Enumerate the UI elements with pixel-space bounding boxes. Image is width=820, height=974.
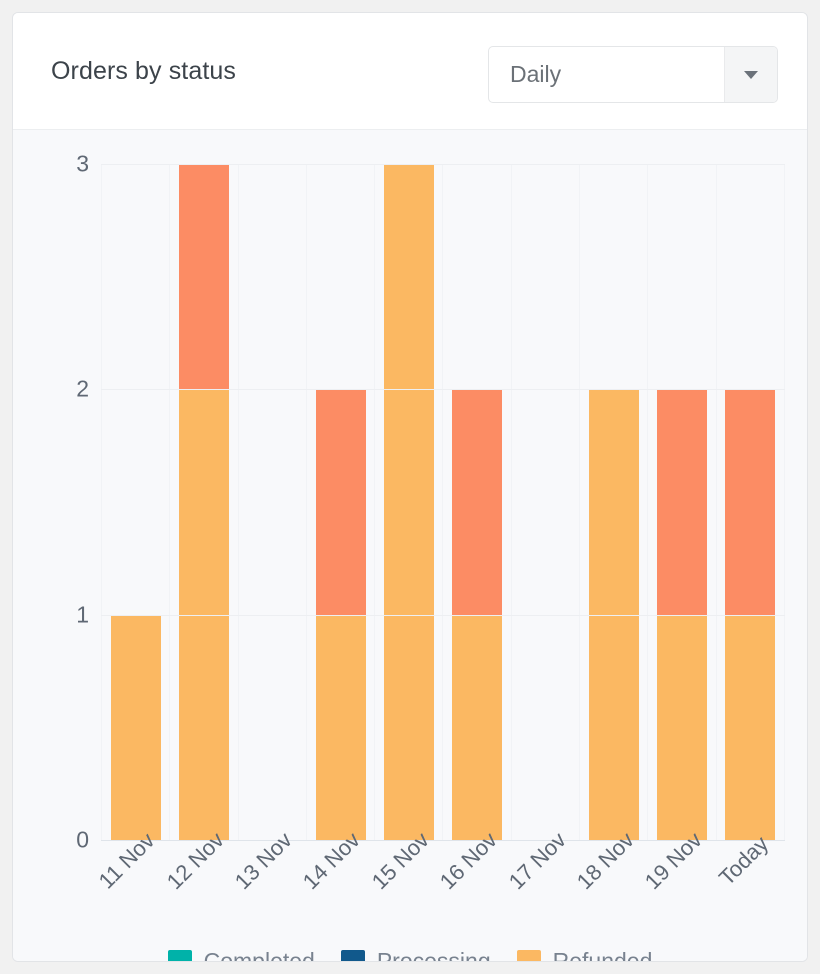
chart-band [512,164,581,840]
chart-band [580,164,649,840]
card-header: Orders by status Daily [13,13,807,130]
chart-band [717,164,785,840]
bar-segment[interactable] [657,389,708,615]
bar-segment[interactable] [452,614,503,840]
legend-row: Completed Processing Refunded [167,948,653,962]
chart-band [443,164,512,840]
x-axis-tick: 12 Nov [161,827,237,930]
x-axis-tick: 19 Nov [640,827,716,930]
chevron-down-icon [744,70,758,79]
legend-item-processing[interactable]: Processing [340,948,491,962]
x-axis-tick: 18 Nov [572,827,648,930]
bar-segment[interactable] [657,614,708,840]
chart-band [101,164,171,840]
y-axis-tick-label: 0 [76,826,89,853]
period-select[interactable]: Daily [488,46,778,103]
period-select-value[interactable]: Daily [489,47,724,102]
legend-item-refunded[interactable]: Refunded [516,948,653,962]
legend-label: Refunded [552,948,653,962]
bar-stack[interactable] [178,164,229,840]
legend-label: Completed [203,948,315,962]
bar-stack[interactable] [110,614,161,840]
bar-segment[interactable] [383,164,434,840]
gridline-1: 1 [76,601,785,627]
gridline-2: 2 [76,376,785,402]
y-axis-tick-label: 3 [76,150,89,177]
period-select-arrow-button[interactable] [724,47,777,102]
chart-band [648,164,717,840]
bar-stack[interactable] [383,164,434,840]
chart-band [307,164,376,840]
x-axis-tick: 11 Nov [94,828,169,930]
chart-band [239,164,307,840]
x-axis-tick: 16 Nov [435,827,511,930]
legend-label: Processing [376,948,491,962]
bar-segment[interactable] [452,389,503,615]
chart-legend: CompletedProcessingRefundedPartially Ref… [13,948,807,962]
bar-segment[interactable] [110,614,161,840]
orders-by-status-card: Orders by status Daily 0 1 2 3 11 Nov 12 Nov… [12,12,808,962]
x-axis-tick: 15 Nov [367,827,443,930]
bar-segment[interactable] [725,614,776,840]
chart-band [170,164,239,840]
legend-item-completed[interactable]: Completed [167,948,315,962]
x-axis-tick: 14 Nov [298,827,374,930]
chart-bands [101,164,785,840]
bar-segment[interactable] [315,389,366,615]
legend-swatch [516,949,541,961]
legend-swatch [167,949,192,961]
x-axis-tick: 17 Nov [503,827,579,930]
y-axis-tick-label: 2 [76,375,89,402]
chart-x-axis: 11 Nov 12 Nov 13 Nov 14 Nov 15 Nov 16 Nov 17 N… [94,827,785,930]
chart-band [375,164,444,840]
bar-segment[interactable] [725,389,776,615]
chart-plot: 0 1 2 3 [76,151,785,853]
chart-area: 0 1 2 3 11 Nov 12 Nov 13 Nov 14 Nov 15 Nov 16 No… [13,130,807,962]
x-axis-tick: 13 Nov [230,827,306,930]
x-axis-tick-label: Today [713,831,774,891]
bar-segment[interactable] [315,614,366,840]
bar-segment[interactable] [178,164,229,390]
y-axis-tick-label: 1 [76,601,89,628]
legend-swatch [340,949,365,961]
gridline-3: 3 [76,151,785,177]
page-title: Orders by status [51,57,236,85]
x-axis-tick: Today [714,831,785,930]
